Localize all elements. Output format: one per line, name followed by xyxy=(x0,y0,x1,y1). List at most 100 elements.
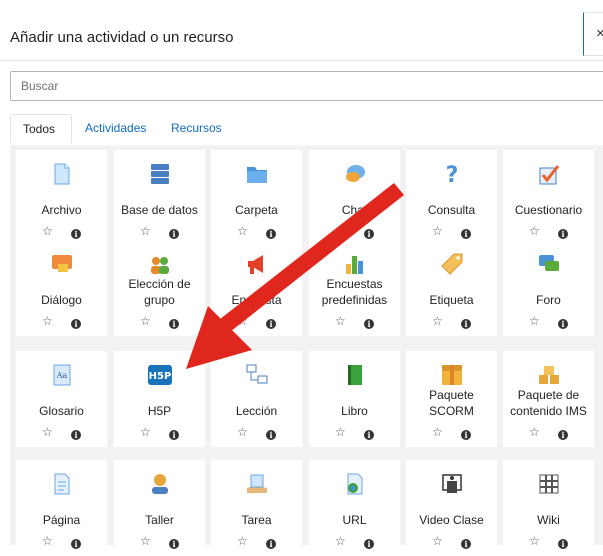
star-outline-icon[interactable]: ☆ xyxy=(529,425,540,439)
activity-card-wiki[interactable]: Wiki ☆ i xyxy=(503,460,594,556)
star-outline-icon[interactable]: ☆ xyxy=(140,224,151,238)
tab-actividades[interactable]: Actividades xyxy=(85,114,146,144)
info-icon[interactable]: i xyxy=(364,430,374,440)
activity-card-paquete-de-contenido-ims[interactable]: Paquete de contenido IMS ☆ i xyxy=(503,351,594,447)
activity-card-archivo[interactable]: Archivo ☆ i xyxy=(16,150,107,246)
assignment-icon xyxy=(245,472,269,496)
star-outline-icon[interactable]: ☆ xyxy=(335,534,346,548)
star-outline-icon[interactable]: ☆ xyxy=(140,425,151,439)
activity-card-encuesta[interactable]: Encuesta ☆ i xyxy=(211,240,302,336)
star-outline-icon[interactable]: ☆ xyxy=(335,314,346,328)
star-outline-icon[interactable]: ☆ xyxy=(237,314,248,328)
star-outline-icon[interactable]: ☆ xyxy=(335,425,346,439)
info-icon[interactable]: i xyxy=(461,430,471,440)
activity-card-base-de-datos[interactable]: Base de datos ☆ i xyxy=(114,150,205,246)
book-icon xyxy=(343,363,367,387)
activity-card-taller[interactable]: Taller ☆ i xyxy=(114,460,205,556)
activity-card-eleccion-de-grupo[interactable]: Elección de grupo ☆ i xyxy=(114,240,205,336)
activity-card-consulta[interactable]: ? Consulta ☆ i xyxy=(406,150,497,246)
activity-card-leccion[interactable]: Lección ☆ i xyxy=(211,351,302,447)
star-outline-icon[interactable]: ☆ xyxy=(529,224,540,238)
star-outline-icon[interactable]: ☆ xyxy=(432,314,443,328)
activity-card-carpeta[interactable]: Carpeta ☆ i xyxy=(211,150,302,246)
search-input[interactable]: Buscar xyxy=(10,71,603,101)
info-icon[interactable]: i xyxy=(169,430,179,440)
activity-card-tarea[interactable]: Tarea ☆ i xyxy=(211,460,302,556)
star-outline-icon[interactable]: ☆ xyxy=(432,425,443,439)
star-outline-icon[interactable]: ☆ xyxy=(529,314,540,328)
info-icon[interactable]: i xyxy=(558,430,568,440)
activity-card-video-clase[interactable]: Video Clase ☆ i xyxy=(406,460,497,556)
database-icon xyxy=(148,162,172,186)
star-outline-icon[interactable]: ☆ xyxy=(432,224,443,238)
info-icon[interactable]: i xyxy=(71,229,81,239)
svg-text:Aa: Aa xyxy=(55,371,67,380)
megaphone-icon xyxy=(245,252,269,276)
info-icon[interactable]: i xyxy=(461,229,471,239)
activity-card-glosario[interactable]: Aa Glosario ☆ i xyxy=(16,351,107,447)
activity-label: Libro xyxy=(341,404,368,418)
page-icon xyxy=(50,472,74,496)
star-outline-icon[interactable]: ☆ xyxy=(140,534,151,548)
info-icon[interactable]: i xyxy=(461,319,471,329)
activity-card-dialogo[interactable]: Diálogo ☆ i xyxy=(16,240,107,336)
info-icon[interactable]: i xyxy=(266,430,276,440)
activity-label: Taller xyxy=(145,513,174,527)
activity-label: Encuestas predefinidas xyxy=(321,277,388,307)
star-outline-icon[interactable]: ☆ xyxy=(140,314,151,328)
activity-label: Elección de grupo xyxy=(128,277,191,307)
activity-label: Carpeta xyxy=(235,203,278,217)
h5p-icon: H5P xyxy=(147,363,172,387)
activity-card-url[interactable]: URL ☆ i xyxy=(309,460,400,556)
activity-label: Etiqueta xyxy=(429,293,474,307)
info-icon[interactable]: i xyxy=(364,229,374,239)
activity-card-chat[interactable]: Chat ☆ i xyxy=(309,150,400,246)
modal-title: Añadir una actividad o un recurso xyxy=(10,29,234,46)
activity-card-pagina[interactable]: Página ☆ i xyxy=(16,460,107,556)
star-outline-icon[interactable]: ☆ xyxy=(432,534,443,548)
video-class-icon xyxy=(440,472,464,496)
activity-card-libro[interactable]: Libro ☆ i xyxy=(309,351,400,447)
info-icon[interactable]: i xyxy=(169,319,179,329)
info-icon[interactable]: i xyxy=(71,430,81,440)
activity-card-paquete-scorm[interactable]: Paquete SCORM ☆ i xyxy=(406,351,497,447)
star-outline-icon[interactable]: ☆ xyxy=(42,425,53,439)
activity-card-cuestionario[interactable]: Cuestionario ☆ i xyxy=(503,150,594,246)
star-outline-icon[interactable]: ☆ xyxy=(42,314,53,328)
activity-label: Cuestionario xyxy=(514,203,583,217)
info-icon[interactable]: i xyxy=(558,229,568,239)
activity-label: Chat xyxy=(341,203,368,217)
star-outline-icon[interactable]: ☆ xyxy=(237,425,248,439)
activity-card-foro[interactable]: Foro ☆ i xyxy=(503,240,594,336)
star-outline-icon[interactable]: ☆ xyxy=(42,224,53,238)
activity-label: Lección xyxy=(235,404,278,418)
info-icon[interactable]: i xyxy=(169,229,179,239)
info-icon[interactable]: i xyxy=(71,319,81,329)
glossary-icon: Aa xyxy=(50,363,74,387)
star-outline-icon[interactable]: ☆ xyxy=(529,534,540,548)
tab-todos[interactable]: Todos xyxy=(10,114,72,144)
info-icon[interactable]: i xyxy=(266,229,276,239)
activity-label: Foro xyxy=(536,293,561,307)
star-outline-icon[interactable]: ☆ xyxy=(42,534,53,548)
activity-label: Archivo xyxy=(41,203,82,217)
url-icon xyxy=(343,472,367,496)
info-icon[interactable]: i xyxy=(558,319,568,329)
star-outline-icon[interactable]: ☆ xyxy=(335,224,346,238)
tab-bar: Todos Actividades Recursos xyxy=(10,114,603,146)
lesson-icon xyxy=(245,363,269,387)
group-choice-icon xyxy=(148,252,172,276)
wiki-icon xyxy=(537,472,561,496)
activity-card-etiqueta[interactable]: Etiqueta ☆ i xyxy=(406,240,497,336)
tab-recursos[interactable]: Recursos xyxy=(171,114,222,144)
close-button[interactable]: × xyxy=(583,12,603,56)
info-icon[interactable]: i xyxy=(266,319,276,329)
activity-label: Paquete de contenido IMS xyxy=(510,388,587,418)
star-outline-icon[interactable]: ☆ xyxy=(237,534,248,548)
svg-text:?: ? xyxy=(445,163,458,186)
modal-header: Añadir una actividad o un recurso × xyxy=(0,0,603,61)
star-outline-icon[interactable]: ☆ xyxy=(237,224,248,238)
info-icon[interactable]: i xyxy=(364,319,374,329)
activity-card-h5p[interactable]: H5P H5P ☆ i xyxy=(114,351,205,447)
activity-card-encuestas-predefinidas[interactable]: Encuestas predefinidas ☆ i xyxy=(309,240,400,336)
